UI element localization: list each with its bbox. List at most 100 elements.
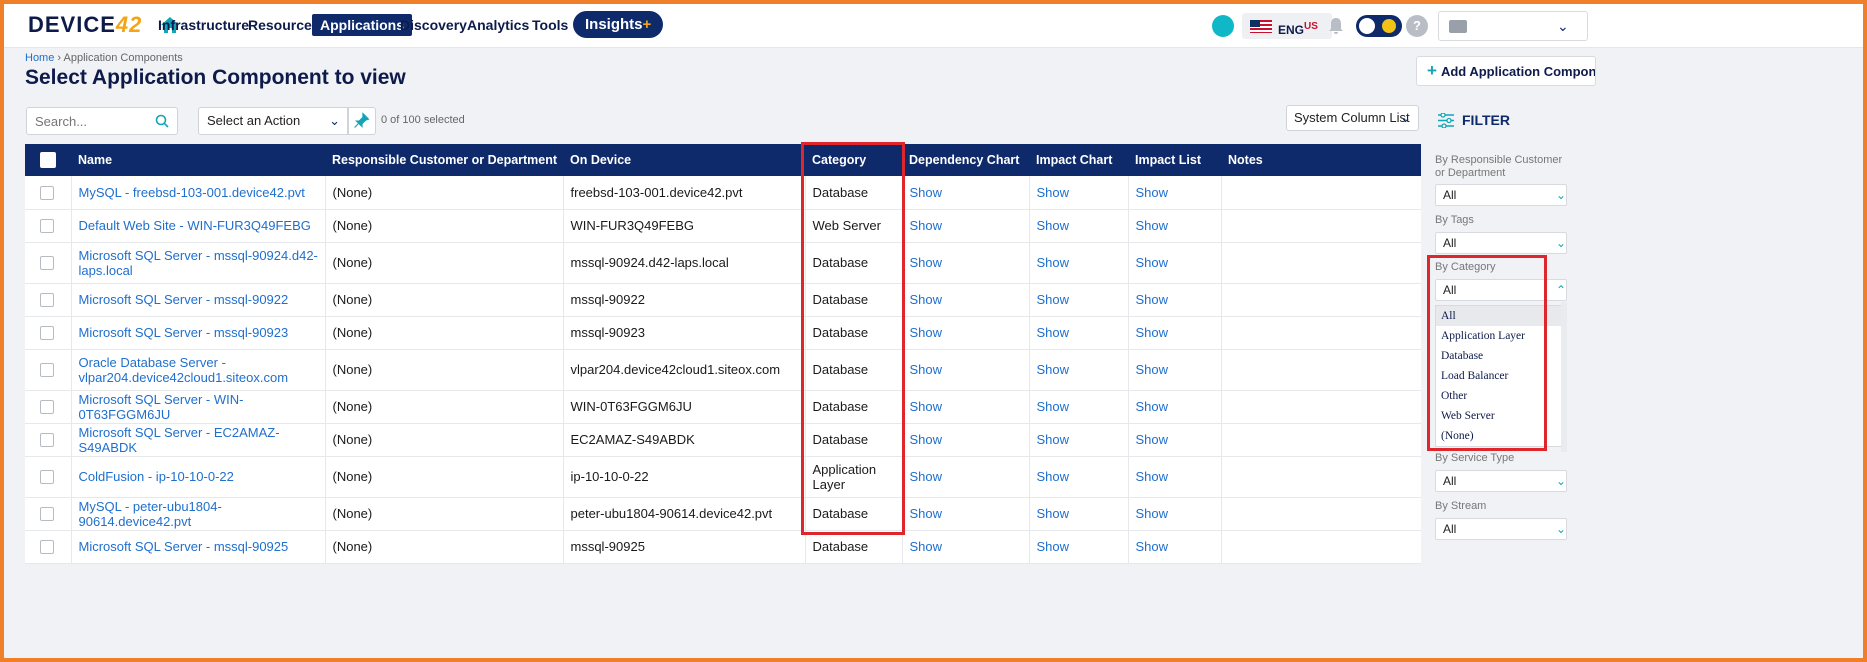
row-checkbox[interactable] (25, 316, 72, 350)
checkbox[interactable] (40, 326, 54, 341)
component-name-link[interactable]: Microsoft SQL Server - mssql-90924.d42-l… (71, 242, 326, 284)
filter-stream-select[interactable]: All ⌄ (1435, 518, 1567, 540)
checkbox[interactable] (40, 400, 54, 415)
checkbox[interactable] (40, 186, 54, 201)
component-name-link[interactable]: MySQL - freebsd-103-001.device42.pvt (71, 176, 326, 210)
row-checkbox[interactable] (25, 209, 72, 243)
impact-list-link[interactable]: Show (1128, 456, 1222, 498)
checkbox[interactable] (40, 507, 54, 522)
dependency-chart-link[interactable]: Show (902, 530, 1030, 564)
add-application-component-button[interactable]: +Add Application Component (1416, 56, 1596, 86)
checkbox[interactable] (40, 219, 54, 234)
impact-chart-link[interactable]: Show (1029, 456, 1129, 498)
row-checkbox[interactable] (25, 242, 72, 284)
action-select[interactable]: Select an Action ⌄ (198, 107, 348, 135)
language-selector[interactable]: ENGUS (1242, 13, 1332, 39)
component-name-link[interactable]: Microsoft SQL Server - WIN-0T63FGGM6JU (71, 390, 326, 424)
impact-list-link[interactable]: Show (1128, 349, 1222, 391)
checkbox[interactable] (40, 540, 54, 555)
checkbox[interactable] (40, 433, 54, 448)
nav-infrastructure[interactable]: Infrastructure (158, 17, 249, 33)
impact-list-link[interactable]: Show (1128, 390, 1222, 424)
impact-chart-link[interactable]: Show (1029, 209, 1129, 243)
checkbox[interactable] (40, 256, 54, 271)
select-all-checkbox[interactable] (25, 144, 71, 176)
impact-chart-link[interactable]: Show (1029, 349, 1129, 391)
column-header-impact-list[interactable]: Impact List (1128, 144, 1221, 176)
column-header-device[interactable]: On Device (563, 144, 805, 176)
help-icon[interactable]: ? (1406, 15, 1428, 37)
search-icon[interactable] (155, 114, 169, 128)
checkbox[interactable] (40, 293, 54, 308)
column-header-customer[interactable]: Responsible Customer or Department (325, 144, 563, 176)
impact-list-link[interactable]: Show (1128, 423, 1222, 457)
impact-list-link[interactable]: Show (1128, 283, 1222, 317)
dependency-chart-link[interactable]: Show (902, 423, 1030, 457)
row-checkbox[interactable] (25, 530, 72, 564)
impact-list-link[interactable]: Show (1128, 316, 1222, 350)
impact-list-link[interactable]: Show (1128, 530, 1222, 564)
impact-chart-link[interactable]: Show (1029, 530, 1129, 564)
dropdown-scrollbar[interactable] (1561, 302, 1567, 452)
column-header-name[interactable]: Name (71, 144, 325, 176)
impact-chart-link[interactable]: Show (1029, 283, 1129, 317)
component-name-link[interactable]: Oracle Database Server - vlpar204.device… (71, 349, 326, 391)
breadcrumb-home[interactable]: Home (25, 52, 54, 64)
dependency-chart-link[interactable]: Show (902, 283, 1030, 317)
impact-list-link[interactable]: Show (1128, 209, 1222, 243)
row-checkbox[interactable] (25, 497, 72, 531)
pin-actions-button[interactable] (348, 107, 376, 135)
impact-chart-link[interactable]: Show (1029, 423, 1129, 457)
nav-applications[interactable]: Applications (312, 14, 413, 36)
nav-resources[interactable]: Resources (248, 17, 320, 33)
nav-tools[interactable]: Tools (532, 17, 568, 33)
nav-analytics[interactable]: Analytics (467, 17, 529, 33)
search-input[interactable] (27, 108, 147, 134)
impact-list-link[interactable]: Show (1128, 176, 1222, 210)
impact-list-link[interactable]: Show (1128, 242, 1222, 284)
row-checkbox[interactable] (25, 349, 72, 391)
dependency-chart-link[interactable]: Show (902, 316, 1030, 350)
component-name-link[interactable]: MySQL - peter-ubu1804-90614.device42.pvt (71, 497, 326, 531)
dependency-chart-link[interactable]: Show (902, 209, 1030, 243)
impact-chart-link[interactable]: Show (1029, 176, 1129, 210)
component-name-link[interactable]: Microsoft SQL Server - mssql-90925 (71, 530, 326, 564)
row-checkbox[interactable] (25, 423, 72, 457)
component-name-link[interactable]: ColdFusion - ip-10-10-0-22 (71, 456, 326, 498)
row-checkbox[interactable] (25, 283, 72, 317)
dependency-chart-link[interactable]: Show (902, 390, 1030, 424)
component-name-link[interactable]: Microsoft SQL Server - EC2AMAZ-S49ABDK (71, 423, 326, 457)
row-checkbox[interactable] (25, 176, 72, 210)
column-header-dependency-chart[interactable]: Dependency Chart (902, 144, 1029, 176)
component-name-link[interactable]: Microsoft SQL Server - mssql-90922 (71, 283, 326, 317)
row-checkbox[interactable] (25, 456, 72, 498)
impact-list-link[interactable]: Show (1128, 497, 1222, 531)
notifications-bell-icon[interactable] (1325, 15, 1347, 37)
checkbox[interactable] (40, 363, 54, 378)
impact-chart-link[interactable]: Show (1029, 242, 1129, 284)
impact-chart-link[interactable]: Show (1029, 316, 1129, 350)
dependency-chart-link[interactable]: Show (902, 456, 1030, 498)
column-header-impact-chart[interactable]: Impact Chart (1029, 144, 1128, 176)
row-checkbox[interactable] (25, 390, 72, 424)
theme-toggle[interactable] (1356, 15, 1402, 37)
filter-customer-select[interactable]: All ⌄ (1435, 184, 1567, 206)
dependency-chart-link[interactable]: Show (902, 242, 1030, 284)
dependency-chart-link[interactable]: Show (902, 176, 1030, 210)
dependency-chart-link[interactable]: Show (902, 497, 1030, 531)
global-search-icon[interactable] (1212, 15, 1234, 37)
component-name-link[interactable]: Microsoft SQL Server - mssql-90923 (71, 316, 326, 350)
insights-button[interactable]: Insights+ (573, 11, 664, 38)
dependency-chart-link[interactable]: Show (902, 349, 1030, 391)
component-name-link[interactable]: Default Web Site - WIN-FUR3Q49FEBG (71, 209, 326, 243)
nav-discovery[interactable]: Discovery (400, 17, 467, 33)
checkbox[interactable] (40, 470, 54, 485)
filter-tags-select[interactable]: All ⌄ (1435, 232, 1567, 254)
filter-service-select[interactable]: All ⌄ (1435, 470, 1567, 492)
impact-chart-link[interactable]: Show (1029, 390, 1129, 424)
logo[interactable]: DEVICE42 (28, 12, 142, 38)
impact-chart-link[interactable]: Show (1029, 497, 1129, 531)
workspace-selector[interactable]: ⌄ (1438, 11, 1588, 41)
column-header-notes[interactable]: Notes (1221, 144, 1421, 176)
column-list-select[interactable]: System Column List ⌄ (1286, 105, 1419, 131)
